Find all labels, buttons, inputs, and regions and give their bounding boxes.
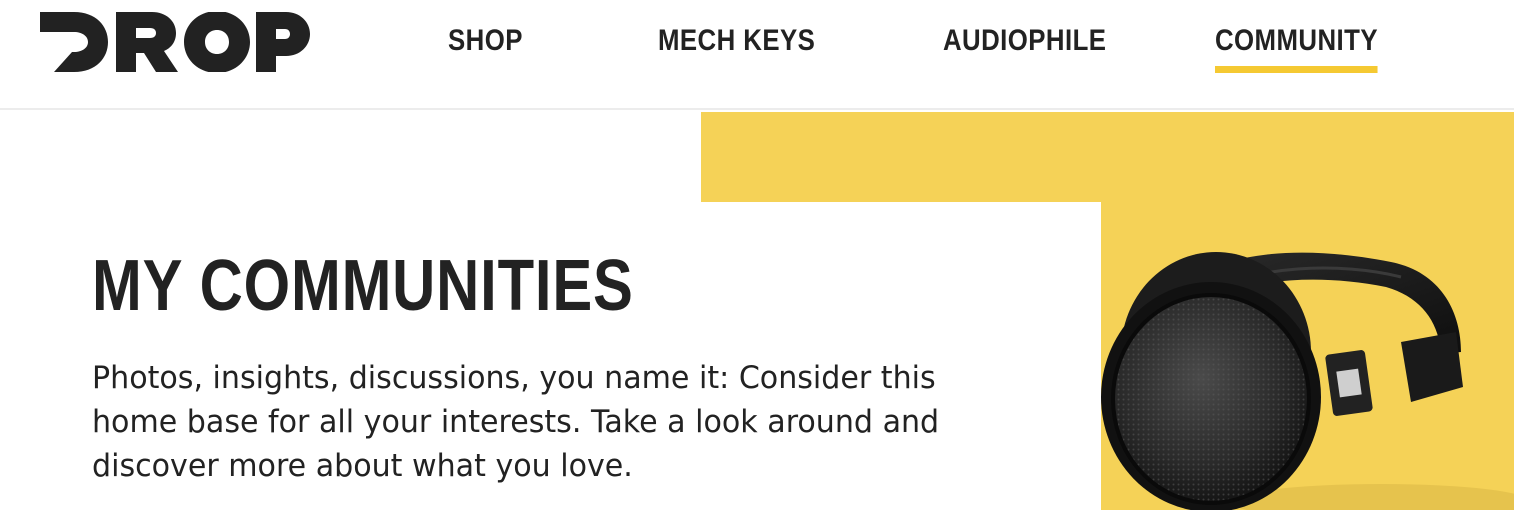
site-header: SHOP MECH KEYS AUDIOPHILE COMMUNITY bbox=[0, 0, 1514, 110]
drop-logo[interactable] bbox=[40, 12, 310, 72]
nav-audiophile[interactable]: AUDIOPHILE bbox=[943, 24, 1106, 74]
nav-shop-label: SHOP bbox=[448, 24, 523, 57]
nav-shop[interactable]: SHOP bbox=[448, 24, 523, 74]
hero-description: Photos, insights, discussions, you name … bbox=[92, 360, 940, 484]
nav-audiophile-label: AUDIOPHILE bbox=[943, 24, 1107, 57]
headphones-image bbox=[1101, 202, 1514, 510]
nav-community[interactable]: COMMUNITY bbox=[1215, 24, 1378, 74]
active-nav-underline bbox=[1215, 66, 1378, 73]
nav-mech-keys[interactable]: MECH KEYS bbox=[658, 24, 815, 74]
page-title: MY COMMUNITIES bbox=[92, 246, 634, 326]
drop-logo-mark bbox=[40, 12, 310, 72]
hero-accent-band bbox=[701, 112, 1514, 202]
nav-community-label: COMMUNITY bbox=[1215, 24, 1378, 57]
nav-mech-keys-label: MECH KEYS bbox=[658, 24, 816, 57]
headphones-illustration bbox=[1101, 252, 1514, 510]
